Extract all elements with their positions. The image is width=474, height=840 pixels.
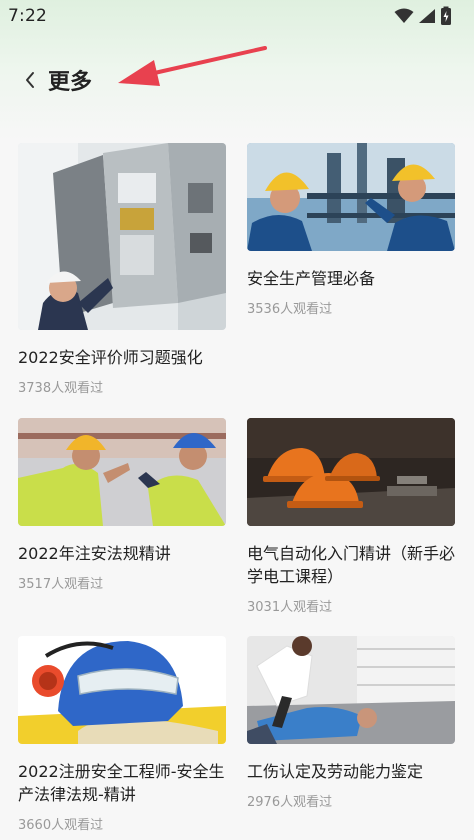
course-title: 2022安全评价师习题强化 (18, 348, 203, 367)
course-card[interactable]: 工伤认定及劳动能力鉴定 2976人观看过 (247, 636, 455, 810)
course-thumbnail (18, 418, 226, 526)
course-card[interactable]: 2022安全评价师习题强化 3738人观看过 (18, 143, 226, 396)
course-card[interactable]: 2022注册安全工程师-安全生产法律法规-精讲 3660人观看过 (18, 636, 226, 833)
course-thumbnail (18, 636, 226, 744)
course-thumbnail (247, 418, 455, 526)
course-card[interactable]: 电气自动化入门精讲（新手必学电工课程） 3031人观看过 (247, 418, 455, 615)
wifi-icon (394, 8, 414, 23)
course-views: 3660人观看过 (18, 818, 104, 833)
course-views: 3031人观看过 (247, 600, 333, 615)
page-title: 更多 (48, 70, 93, 95)
course-thumbnail (18, 143, 226, 330)
chevron-left-icon (26, 72, 34, 88)
course-thumbnail (247, 143, 455, 251)
battery-icon (441, 6, 451, 25)
course-views: 2976人观看过 (247, 795, 333, 810)
course-views: 3738人观看过 (18, 381, 104, 396)
course-title: 工伤认定及劳动能力鉴定 (247, 762, 424, 781)
course-views: 3517人观看过 (18, 577, 104, 592)
course-title: 2022注册安全工程师-安全生产法律法规-精讲 (18, 762, 225, 804)
status-bar: 7:22 (0, 0, 474, 32)
status-time: 7:22 (8, 6, 47, 26)
annotation-arrow-icon (118, 46, 267, 86)
back-button[interactable] (16, 60, 44, 100)
course-views: 3536人观看过 (247, 302, 333, 317)
status-icons (394, 6, 452, 26)
course-card[interactable]: 安全生产管理必备 3536人观看过 (247, 143, 455, 317)
course-title: 电气自动化入门精讲（新手必学电工课程） (247, 544, 456, 586)
course-title: 2022年注安法规精讲 (18, 544, 171, 563)
course-title: 安全生产管理必备 (247, 269, 376, 288)
course-thumbnail (247, 636, 455, 744)
course-card[interactable]: 2022年注安法规精讲 3517人观看过 (18, 418, 226, 592)
signal-icon (419, 9, 435, 23)
